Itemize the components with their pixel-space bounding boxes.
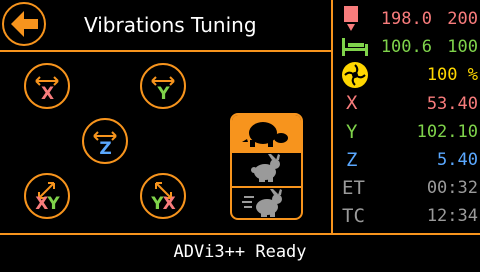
hotend-target-temp: 200 bbox=[447, 9, 478, 29]
turtle-icon bbox=[242, 122, 288, 147]
time-clock: 12:34 bbox=[426, 206, 478, 226]
elapsed-time-label: ET bbox=[342, 177, 365, 199]
vibration-x-button[interactable]: X bbox=[24, 63, 70, 109]
time-clock-label: TC bbox=[342, 205, 365, 227]
z-position: 5.40 bbox=[437, 150, 478, 170]
arrow-left-icon bbox=[11, 11, 38, 37]
speed-fast-button[interactable] bbox=[232, 188, 301, 218]
page-title: Vibrations Tuning bbox=[84, 13, 257, 37]
axis-label-yx-y: Y bbox=[151, 194, 163, 214]
axis-label-xy-x: X bbox=[35, 194, 48, 214]
footer-divider bbox=[0, 233, 480, 235]
bed-current-temp: 100.6 bbox=[380, 37, 432, 57]
vibration-y-button[interactable]: Y bbox=[140, 63, 186, 109]
status-message: ADVi3++ Ready bbox=[173, 242, 307, 262]
rabbit-icon bbox=[251, 154, 280, 182]
bed-target-temp: 100 bbox=[447, 37, 478, 57]
y-label: Y bbox=[346, 121, 358, 143]
header-divider bbox=[0, 50, 332, 52]
column-divider bbox=[331, 0, 333, 235]
hotend-icon bbox=[344, 6, 358, 31]
axis-label-x: X bbox=[40, 84, 54, 104]
axis-label-y: Y bbox=[157, 84, 169, 104]
bed-icon bbox=[342, 38, 368, 56]
back-button[interactable] bbox=[2, 2, 46, 46]
axis-label-xy: XY bbox=[26, 194, 68, 214]
x-position: 53.40 bbox=[426, 94, 478, 114]
speed-medium-button[interactable] bbox=[232, 153, 301, 186]
axis-label-xy-y: Y bbox=[47, 194, 59, 214]
speed-selector bbox=[230, 113, 303, 220]
x-label: X bbox=[346, 92, 358, 114]
axis-label-yx-x: X bbox=[162, 194, 176, 214]
z-label: Z bbox=[346, 149, 358, 171]
elapsed-time: 00:32 bbox=[426, 178, 478, 198]
vibration-xy-button[interactable]: XY bbox=[24, 173, 70, 219]
fast-rabbit-icon bbox=[242, 189, 282, 217]
speed-slow-button[interactable] bbox=[232, 115, 301, 151]
fan-icon bbox=[342, 62, 368, 88]
vibration-yx-button[interactable]: YX bbox=[140, 173, 186, 219]
axis-label-z: Z bbox=[99, 139, 111, 159]
hotend-current-temp: 198.0 bbox=[380, 9, 432, 29]
vibration-z-button[interactable]: Z bbox=[82, 118, 128, 164]
fan-speed: 100 % bbox=[426, 65, 478, 85]
axis-label-yx: YX bbox=[142, 194, 184, 214]
y-position: 102.10 bbox=[416, 122, 478, 142]
